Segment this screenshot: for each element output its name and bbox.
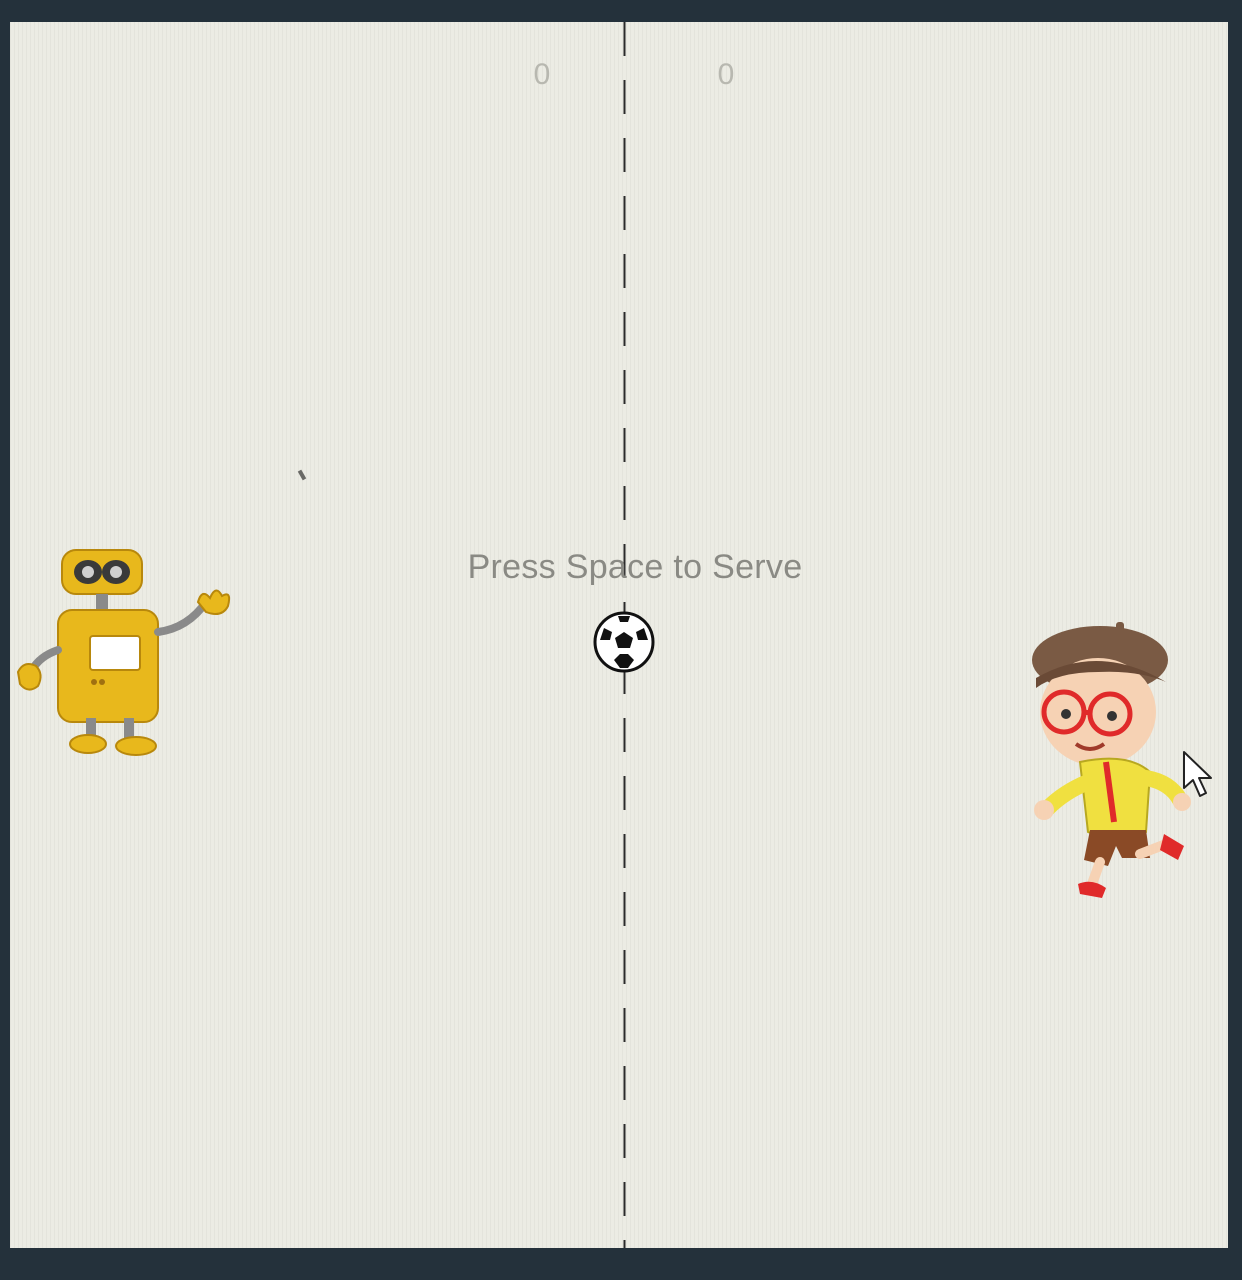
stray-mark: [297, 469, 307, 481]
serve-prompt: Press Space to Serve: [467, 548, 803, 586]
right-score: 0: [717, 58, 735, 91]
robot-icon: [16, 549, 231, 756]
window-bottom-edge: [0, 1248, 1242, 1280]
soccer-ball-icon: [593, 611, 655, 673]
game-window: 0 0 Press Space to Serve: [0, 0, 1242, 1280]
game-court[interactable]: 0 0 Press Space to Serve: [10, 22, 1228, 1248]
left-score: 0: [533, 58, 551, 91]
mouse-cursor-icon: [1183, 751, 1212, 797]
